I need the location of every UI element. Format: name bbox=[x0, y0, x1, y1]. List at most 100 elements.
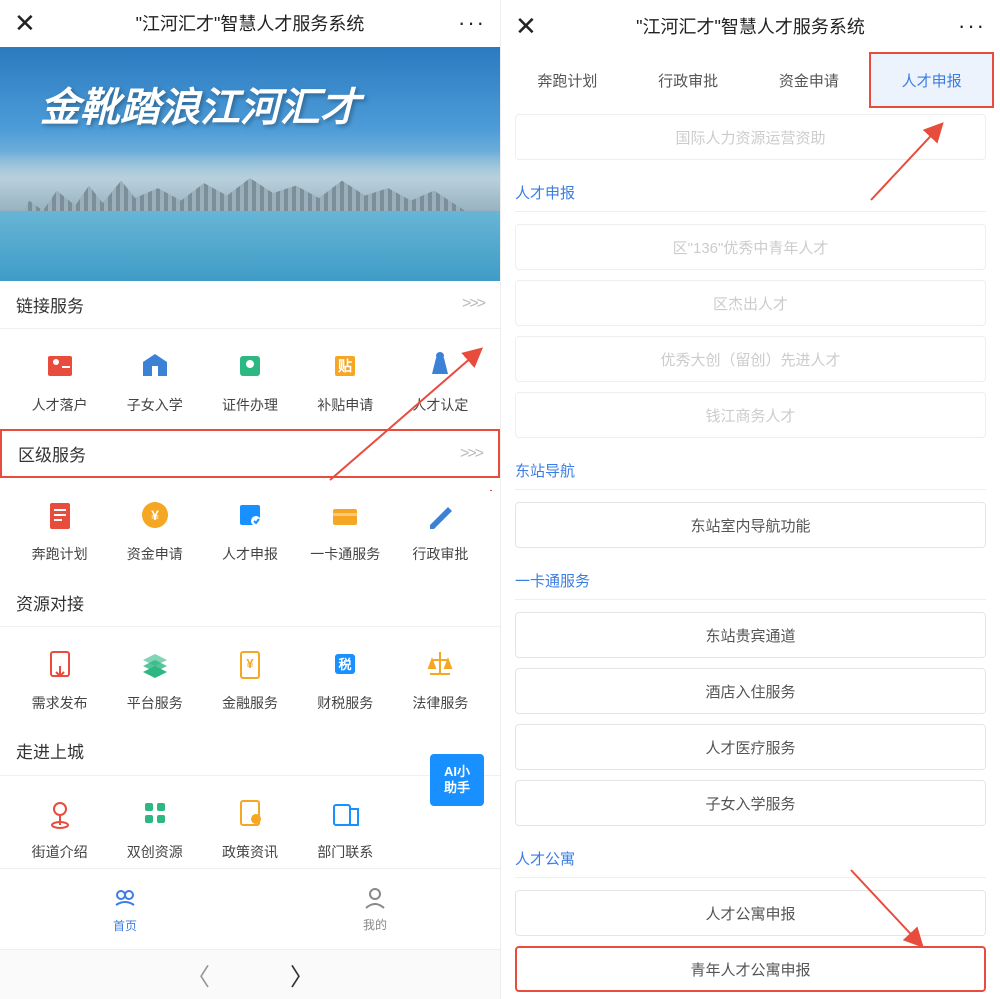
finance-icon: ¥ bbox=[231, 645, 269, 683]
item-demand[interactable]: 需求发布 bbox=[12, 645, 107, 713]
page-title: "江河汇才"智慧人才服务系统 bbox=[44, 10, 456, 36]
section-enter[interactable]: 走进上城 bbox=[0, 727, 500, 776]
label: 补贴申请 bbox=[317, 395, 373, 415]
list-item-youth-apartment[interactable]: 青年人才公寓申报 bbox=[515, 946, 986, 992]
list-item[interactable]: 国际人力资源运营资助 bbox=[515, 114, 986, 160]
svg-text:¥: ¥ bbox=[246, 656, 254, 671]
section-resource[interactable]: 资源对接 bbox=[0, 578, 500, 627]
item-policy[interactable]: 政策资讯 bbox=[202, 794, 297, 862]
fund-icon: ¥ bbox=[136, 496, 174, 534]
label: 首页 bbox=[113, 917, 137, 934]
forward-icon[interactable]: 〉 bbox=[290, 957, 314, 992]
section-title: 资源对接 bbox=[16, 590, 84, 615]
label: 金融服务 bbox=[222, 693, 278, 713]
list-item[interactable]: 优秀大创（留创）先进人才 bbox=[515, 336, 986, 382]
header-bar: ✕ "江河汇才"智慧人才服务系统 ··· bbox=[0, 0, 500, 47]
section-title: 一卡通服务 bbox=[515, 558, 986, 600]
item-legal[interactable]: 法律服务 bbox=[393, 645, 488, 713]
item-recognize[interactable]: 人才认定 bbox=[393, 347, 488, 415]
tab-fund[interactable]: 资金申请 bbox=[749, 52, 870, 108]
chevron-more-icon[interactable]: >>> bbox=[460, 445, 482, 463]
section-title: 走进上城 bbox=[16, 738, 84, 763]
list-item[interactable]: 东站贵宾通道 bbox=[515, 612, 986, 658]
label: 部门联系 bbox=[317, 842, 373, 862]
close-icon[interactable]: ✕ bbox=[14, 8, 44, 39]
list-item[interactable]: 区杰出人才 bbox=[515, 280, 986, 326]
label: 平台服务 bbox=[127, 693, 183, 713]
user-icon bbox=[361, 884, 389, 912]
item-dept[interactable]: 部门联系 bbox=[298, 794, 393, 862]
section-card-services: 一卡通服务 东站贵宾通道 酒店入住服务 人才医疗服务 子女入学服务 bbox=[501, 558, 1000, 826]
district-services-grid: 奔跑计划 ¥ 资金申请 人才申报 一卡通服务 行政审批 bbox=[0, 478, 500, 578]
item-platform[interactable]: 平台服务 bbox=[107, 645, 202, 713]
list-item[interactable]: 区"136"优秀中青年人才 bbox=[515, 224, 986, 270]
list-item[interactable]: 人才医疗服务 bbox=[515, 724, 986, 770]
item-subsidy[interactable]: 贴 补贴申请 bbox=[298, 347, 393, 415]
subsidy-icon: 贴 bbox=[326, 347, 364, 385]
item-fund[interactable]: ¥ 资金申请 bbox=[107, 496, 202, 564]
list-item[interactable]: 人才公寓申报 bbox=[515, 890, 986, 936]
section-title: 区级服务 bbox=[18, 441, 86, 466]
item-declare[interactable]: 人才申报 bbox=[202, 496, 297, 564]
enter-grid: 街道介绍 双创资源 政策资讯 部门联系 - bbox=[0, 776, 500, 868]
banner-text: 金靴踏浪江河汇才 bbox=[40, 75, 360, 133]
tab-admin[interactable]: 行政审批 bbox=[628, 52, 749, 108]
label: 双创资源 bbox=[127, 842, 183, 862]
more-icon[interactable]: ··· bbox=[456, 10, 486, 36]
tab-declare[interactable]: 人才申报 bbox=[869, 52, 994, 108]
svg-text:¥: ¥ bbox=[151, 507, 159, 523]
left-screen: ✕ "江河汇才"智慧人才服务系统 ··· 金靴踏浪江河汇才 链接服务 >>> 人… bbox=[0, 0, 500, 999]
label: 人才申报 bbox=[222, 544, 278, 564]
declare-icon bbox=[231, 496, 269, 534]
item-school[interactable]: 子女入学 bbox=[107, 347, 202, 415]
list-item[interactable]: 钱江商务人才 bbox=[515, 392, 986, 438]
list-item[interactable]: 子女入学服务 bbox=[515, 780, 986, 826]
label: 财税服务 bbox=[317, 693, 373, 713]
close-icon[interactable]: ✕ bbox=[515, 11, 545, 42]
admin-icon bbox=[421, 496, 459, 534]
item-street[interactable]: 街道介绍 bbox=[12, 794, 107, 862]
section-declare: 人才申报 区"136"优秀中青年人才 区杰出人才 优秀大创（留创）先进人才 钱江… bbox=[501, 170, 1000, 438]
item-admin[interactable]: 行政审批 bbox=[393, 496, 488, 564]
list-item[interactable]: 酒店入住服务 bbox=[515, 668, 986, 714]
tab-mine[interactable]: 我的 bbox=[250, 869, 500, 949]
label: 资金申请 bbox=[127, 544, 183, 564]
label: 证件办理 bbox=[222, 395, 278, 415]
browser-nav: 〈 〉 bbox=[0, 949, 500, 999]
item-cert[interactable]: 证件办理 bbox=[202, 347, 297, 415]
banner: 金靴踏浪江河汇才 bbox=[0, 47, 500, 281]
back-icon[interactable]: 〈 bbox=[186, 957, 210, 992]
card-icon bbox=[326, 496, 364, 534]
scroll-content[interactable]: 国际人力资源运营资助 人才申报 区"136"优秀中青年人才 区杰出人才 优秀大创… bbox=[501, 108, 1000, 999]
item-finance[interactable]: ¥ 金融服务 bbox=[202, 645, 297, 713]
label: 我的 bbox=[363, 916, 387, 933]
category-tabs: 奔跑计划 行政审批 资金申请 人才申报 bbox=[501, 52, 1000, 108]
tab-home[interactable]: 首页 bbox=[0, 869, 250, 949]
section-district-services[interactable]: 区级服务 >>> bbox=[0, 429, 500, 478]
settle-icon bbox=[41, 347, 79, 385]
item-tax[interactable]: 税 财税服务 bbox=[298, 645, 393, 713]
right-screen: ✕ "江河汇才"智慧人才服务系统 ··· 奔跑计划 行政审批 资金申请 人才申报… bbox=[500, 0, 1000, 999]
legal-icon bbox=[421, 645, 459, 683]
section-link-services[interactable]: 链接服务 >>> bbox=[0, 281, 500, 330]
street-icon bbox=[41, 794, 79, 832]
platform-icon bbox=[136, 645, 174, 683]
ai-helper-button[interactable]: AI小 助手 bbox=[430, 754, 484, 806]
label: 子女入学 bbox=[127, 395, 183, 415]
chevron-more-icon[interactable]: >>> bbox=[462, 295, 484, 313]
item-settle[interactable]: 人才落户 bbox=[12, 347, 107, 415]
footer-tabs: 首页 我的 bbox=[0, 868, 500, 949]
item-innovation[interactable]: 双创资源 bbox=[107, 794, 202, 862]
section-title: 东站导航 bbox=[515, 448, 986, 490]
resource-grid: 需求发布 平台服务 ¥ 金融服务 税 财税服务 法律服务 bbox=[0, 627, 500, 727]
label: 法律服务 bbox=[412, 693, 468, 713]
item-plan[interactable]: 奔跑计划 bbox=[12, 496, 107, 564]
item-card[interactable]: 一卡通服务 bbox=[298, 496, 393, 564]
tab-plan[interactable]: 奔跑计划 bbox=[507, 52, 628, 108]
svg-text:税: 税 bbox=[339, 657, 352, 672]
label: 街道介绍 bbox=[32, 842, 88, 862]
section-title: 人才申报 bbox=[515, 170, 986, 212]
list-item[interactable]: 东站室内导航功能 bbox=[515, 502, 986, 548]
more-icon[interactable]: ··· bbox=[956, 13, 986, 39]
label: 需求发布 bbox=[32, 693, 88, 713]
